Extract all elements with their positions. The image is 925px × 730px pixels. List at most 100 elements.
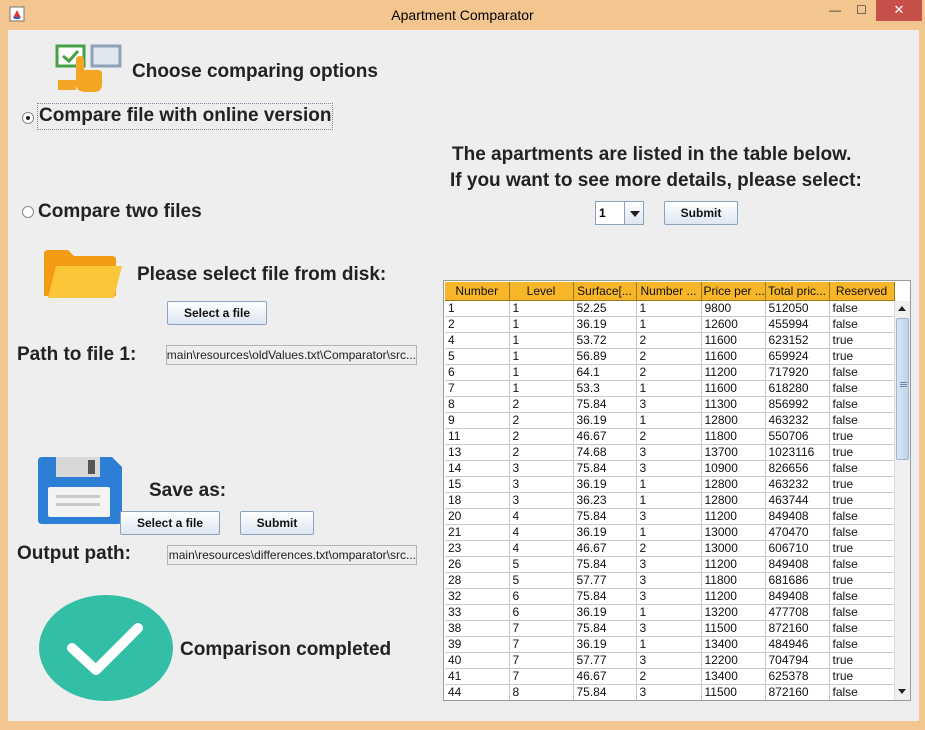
table-cell: 1	[636, 604, 702, 621]
table-cell: false	[829, 412, 895, 429]
column-header[interactable]: Level	[509, 282, 574, 301]
table-cell: 6	[445, 364, 510, 381]
table-cell: 40	[445, 652, 510, 669]
table-cell: false	[829, 396, 895, 413]
table-cell: 3	[509, 492, 574, 509]
table-cell: 36.19	[573, 524, 637, 541]
column-header[interactable]: Total pric...	[765, 282, 830, 301]
table-cell: 44	[445, 684, 510, 700]
path1-field[interactable]: ...main\resources\oldValues.txt\Comparat…	[166, 345, 417, 365]
close-button[interactable]: ✕	[876, 0, 922, 21]
scroll-down-arrow-icon[interactable]	[895, 684, 910, 700]
options-hand-icon	[55, 44, 122, 92]
apartment-select[interactable]: 1	[595, 201, 644, 225]
scrollbar-thumb[interactable]	[896, 318, 909, 460]
table-cell: 849408	[765, 508, 830, 525]
table-cell: 484946	[765, 636, 830, 653]
table-cell: false	[829, 364, 895, 381]
table-row[interactable]: 23 4 46.67 2 13000 606710 true	[445, 540, 895, 557]
table-cell: 1	[509, 316, 574, 333]
table-cell: 1	[636, 316, 702, 333]
table-cell: 463744	[765, 492, 830, 509]
table-row[interactable]: 6 1 64.1 2 11200 717920 false	[445, 364, 895, 381]
details-submit-button[interactable]: Submit	[664, 201, 738, 225]
save-submit-button[interactable]: Submit	[240, 511, 314, 535]
table-row[interactable]: 5 1 56.89 2 11600 659924 true	[445, 348, 895, 365]
radio-compare-two-files[interactable]	[22, 206, 34, 218]
table-row[interactable]: 13 2 74.68 3 13700 1023116 true	[445, 444, 895, 461]
table-cell: false	[829, 508, 895, 525]
table-cell: 53.3	[573, 380, 637, 397]
table-row[interactable]: 21 4 36.19 1 13000 470470 false	[445, 524, 895, 541]
table-cell: 11200	[701, 556, 766, 573]
table-row[interactable]: 41 7 46.67 2 13400 625378 true	[445, 668, 895, 685]
table-cell: 717920	[765, 364, 830, 381]
table-cell: 57.77	[573, 572, 637, 589]
table-row[interactable]: 15 3 36.19 1 12800 463232 true	[445, 476, 895, 493]
select-file-button[interactable]: Select a file	[167, 301, 267, 325]
table-cell: 3	[636, 684, 702, 700]
table-cell: 3	[509, 476, 574, 493]
minimize-button[interactable]: —	[822, 0, 848, 21]
table-cell: 11200	[701, 588, 766, 605]
table-row[interactable]: 38 7 75.84 3 11500 872160 false	[445, 620, 895, 637]
option-two-files-label[interactable]: Compare two files	[38, 201, 202, 223]
table-row[interactable]: 20 4 75.84 3 11200 849408 false	[445, 508, 895, 525]
save-select-file-button[interactable]: Select a file	[120, 511, 220, 535]
table-row[interactable]: 4 1 53.72 2 11600 623152 true	[445, 332, 895, 349]
chevron-down-icon[interactable]	[624, 202, 643, 224]
table-cell: 1	[509, 348, 574, 365]
table-row[interactable]: 28 5 57.77 3 11800 681686 true	[445, 572, 895, 589]
option-compare-online-label[interactable]: Compare file with online version	[37, 103, 334, 130]
table-cell: 5	[445, 348, 510, 365]
column-header[interactable]: Number	[445, 282, 510, 301]
radio-compare-online[interactable]	[22, 112, 34, 124]
table-cell: 1	[636, 476, 702, 493]
table-row[interactable]: 14 3 75.84 3 10900 826656 false	[445, 460, 895, 477]
table-cell: 11500	[701, 684, 766, 700]
column-header[interactable]: Price per ...	[701, 282, 766, 301]
table-row[interactable]: 2 1 36.19 1 12600 455994 false	[445, 316, 895, 333]
table-cell: 463232	[765, 412, 830, 429]
table-cell: 606710	[765, 540, 830, 557]
table-cell: 13	[445, 444, 510, 461]
table-cell: 2	[636, 668, 702, 685]
table-cell: 23	[445, 540, 510, 557]
output-path-field[interactable]: ...main\resources\differences.txt\ompara…	[167, 545, 417, 565]
table-cell: 36.19	[573, 316, 637, 333]
table-row[interactable]: 26 5 75.84 3 11200 849408 false	[445, 556, 895, 573]
table-row[interactable]: 1 1 52.25 1 9800 512050 false	[445, 300, 895, 317]
table-cell: 20	[445, 508, 510, 525]
table-row[interactable]: 32 6 75.84 3 11200 849408 false	[445, 588, 895, 605]
table-cell: 2	[445, 316, 510, 333]
table-row[interactable]: 18 3 36.23 1 12800 463744 true	[445, 492, 895, 509]
table-row[interactable]: 11 2 46.67 2 11800 550706 true	[445, 428, 895, 445]
table-cell: 75.84	[573, 588, 637, 605]
table-row[interactable]: 39 7 36.19 1 13400 484946 false	[445, 636, 895, 653]
table-cell: 463232	[765, 476, 830, 493]
column-header[interactable]: Number ...	[636, 282, 702, 301]
table-row[interactable]: 33 6 36.19 1 13200 477708 false	[445, 604, 895, 621]
title-bar[interactable]: Apartment Comparator — ☐ ✕	[0, 0, 925, 29]
table-cell: 2	[636, 348, 702, 365]
table-cell: 477708	[765, 604, 830, 621]
table-row[interactable]: 7 1 53.3 1 11600 618280 false	[445, 380, 895, 397]
column-header[interactable]: Reserved	[829, 282, 895, 301]
table-row[interactable]: 8 2 75.84 3 11300 856992 false	[445, 396, 895, 413]
table-cell: true	[829, 428, 895, 445]
table-cell: 3	[636, 444, 702, 461]
column-header[interactable]: Surface[...	[573, 282, 637, 301]
table-row[interactable]: 44 8 75.84 3 11500 872160 false	[445, 684, 895, 700]
table-cell: 18	[445, 492, 510, 509]
scroll-up-arrow-icon[interactable]	[895, 301, 910, 317]
maximize-button[interactable]: ☐	[848, 0, 875, 21]
table-cell: 75.84	[573, 620, 637, 637]
table-cell: 8	[509, 684, 574, 700]
table-cell: 6	[509, 604, 574, 621]
table-cell: 4	[509, 524, 574, 541]
table-row[interactable]: 9 2 36.19 1 12800 463232 false	[445, 412, 895, 429]
table-scrollbar[interactable]	[894, 301, 910, 700]
apartments-table: Number Level Surface[... Number ... Price pe…	[443, 280, 911, 701]
table-cell: 2	[509, 428, 574, 445]
table-row[interactable]: 40 7 57.77 3 12200 704794 true	[445, 652, 895, 669]
